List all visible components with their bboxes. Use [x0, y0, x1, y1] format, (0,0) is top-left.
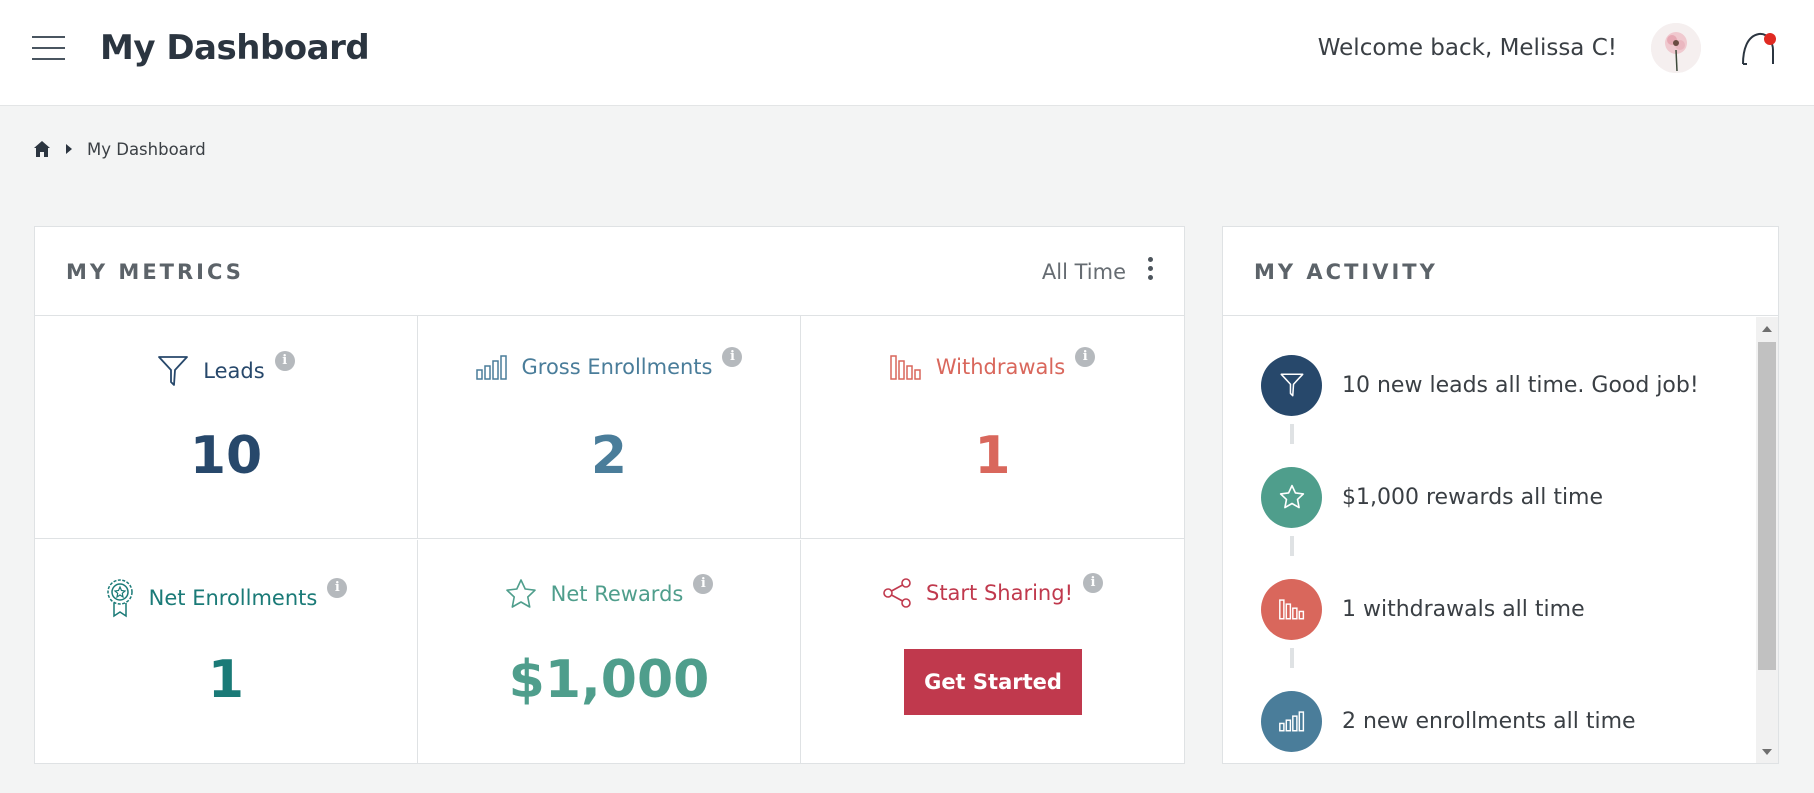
- activity-item: 1 withdrawals all time: [1261, 578, 1741, 640]
- more-options-icon[interactable]: [1148, 257, 1154, 283]
- info-icon[interactable]: i: [693, 574, 714, 594]
- metric-gross-enrollments: Gross Enrollments i 2: [418, 316, 801, 539]
- metric-label: Leads: [203, 359, 265, 383]
- metrics-grid: Leads i 10 Gross Enrollments i 2 Withdra…: [35, 316, 1184, 763]
- activity-title: MY ACTIVITY: [1254, 260, 1438, 284]
- signal-bars-icon: [475, 355, 507, 380]
- hamburger-menu-icon[interactable]: [32, 34, 65, 62]
- metric-net-enrollments: Net Enrollments i 1: [35, 540, 418, 763]
- descending-bars-icon: [890, 355, 921, 380]
- info-icon[interactable]: i: [327, 578, 348, 598]
- metric-leads: Leads i 10: [35, 316, 418, 539]
- descending-bars-icon: [1261, 578, 1322, 640]
- metrics-card: MY METRICS All Time Leads i 10 Gross Enr…: [34, 226, 1185, 764]
- metric-value: 1: [207, 650, 245, 710]
- info-icon[interactable]: i: [722, 347, 743, 367]
- timeline-connector: [1290, 536, 1294, 556]
- scrollbar-thumb[interactable]: [1758, 342, 1776, 670]
- activity-item: $1,000 rewards all time: [1261, 466, 1741, 528]
- notification-bell-icon[interactable]: [1739, 30, 1779, 70]
- info-icon[interactable]: i: [274, 351, 295, 371]
- scroll-down-arrow-icon[interactable]: [1762, 749, 1772, 755]
- activity-text: $1,000 rewards all time: [1342, 484, 1604, 510]
- welcome-message: Welcome back, Melissa C!: [1317, 35, 1617, 61]
- funnel-icon: [1261, 354, 1322, 416]
- activity-scrollbar[interactable]: [1756, 317, 1778, 763]
- metric-net-rewards: Net Rewards i $1,000: [418, 540, 801, 763]
- metric-label: Withdrawals: [935, 355, 1066, 379]
- metrics-title: MY METRICS: [66, 260, 244, 284]
- timeline-connector: [1290, 424, 1294, 444]
- metric-value: 2: [590, 426, 628, 486]
- top-header: My Dashboard Welcome back, Melissa C!: [0, 0, 1814, 106]
- activity-text: 1 withdrawals all time: [1342, 596, 1585, 622]
- metric-start-sharing: Start Sharing! i Get Started: [801, 540, 1184, 763]
- activity-card: MY ACTIVITY 10 new leads all time. Good …: [1222, 226, 1779, 764]
- info-icon[interactable]: i: [1083, 573, 1103, 593]
- metric-value: 10: [189, 426, 263, 486]
- avatar[interactable]: [1651, 23, 1701, 73]
- breadcrumb: My Dashboard: [33, 137, 206, 161]
- home-icon[interactable]: [33, 140, 51, 158]
- activity-header: MY ACTIVITY: [1223, 227, 1778, 316]
- activity-text: 2 new enrollments all time: [1342, 708, 1636, 734]
- metric-label: Net Enrollments: [148, 586, 318, 610]
- metric-value: 1: [974, 426, 1011, 486]
- scroll-up-arrow-icon[interactable]: [1762, 326, 1772, 332]
- star-icon: [505, 579, 536, 608]
- page-title: My Dashboard: [100, 28, 370, 68]
- signal-bars-icon: [1261, 690, 1322, 752]
- metric-withdrawals: Withdrawals i 1: [801, 316, 1184, 539]
- share-icon: [883, 578, 911, 608]
- metric-label: Start Sharing!: [925, 581, 1073, 605]
- metric-value: $1,000: [508, 650, 710, 710]
- time-range-selector[interactable]: All Time: [1042, 260, 1126, 284]
- activity-item: 10 new leads all time. Good job!: [1261, 354, 1741, 416]
- breadcrumb-current: My Dashboard: [87, 139, 206, 159]
- activity-item: 2 new enrollments all time: [1261, 690, 1741, 752]
- star-icon: [1261, 466, 1322, 528]
- activity-text: 10 new leads all time. Good job!: [1342, 372, 1699, 398]
- get-started-button[interactable]: Get Started: [904, 649, 1082, 715]
- metrics-header: MY METRICS All Time: [35, 227, 1184, 316]
- metric-label: Net Rewards: [550, 582, 684, 606]
- chevron-right-icon: [66, 144, 72, 154]
- activity-list: 10 new leads all time. Good job! $1,000 …: [1223, 317, 1756, 763]
- award-ribbon-icon: [106, 579, 133, 618]
- timeline-connector: [1290, 648, 1294, 668]
- info-icon[interactable]: i: [1075, 347, 1096, 367]
- metric-label: Gross Enrollments: [521, 355, 713, 379]
- funnel-icon: [158, 356, 189, 386]
